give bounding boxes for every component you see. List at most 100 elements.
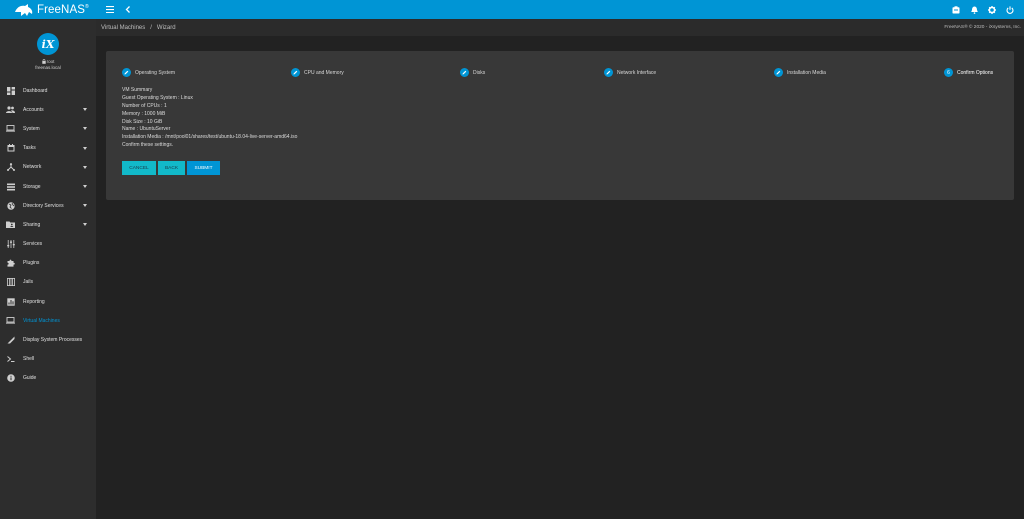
sidebar-item-storage[interactable]: Storage (0, 177, 96, 196)
sidebar-item-system[interactable]: System (0, 119, 96, 138)
sidebar-item-label: Jails (23, 279, 34, 286)
puzzle-icon (6, 259, 15, 268)
caret-down-icon (83, 127, 87, 131)
sidebar-item-shell[interactable]: Shell (0, 350, 96, 369)
sidebar-item-services[interactable]: Services (0, 235, 96, 254)
caret-down-icon (83, 223, 87, 227)
sidebar-item-accounts[interactable]: Accounts (0, 100, 96, 119)
summary-name: Name : UbuntuServer (122, 126, 171, 133)
step-disks[interactable]: Disks (460, 67, 485, 78)
sidebar: iX root freenas.local Dashboard Accounts… (0, 19, 96, 519)
step-label: Disks (473, 69, 486, 76)
gear-icon[interactable] (984, 0, 1000, 19)
sidebar-nav: Dashboard Accounts System Tasks Network … (0, 81, 96, 388)
edit-icon (291, 68, 300, 77)
host-name: freenas.local (35, 65, 61, 70)
sidebar-item-label: Tasks (23, 145, 36, 152)
caret-down-icon (83, 108, 87, 112)
bell-icon[interactable] (966, 0, 982, 19)
brand[interactable]: FreeNAS® (0, 0, 96, 19)
step-label: Installation Media (787, 69, 826, 76)
chevron-left-icon[interactable] (120, 0, 136, 19)
page-header: Virtual Machines / Wizard FreeNAS® © 202… (96, 19, 1024, 36)
caret-down-icon (83, 165, 87, 169)
lock-icon (41, 59, 46, 64)
power-icon[interactable] (1002, 0, 1018, 19)
freenas-logo-icon (15, 3, 33, 16)
vm-wizard-card: Operating System CPU and Memory Disks Ne… (106, 51, 1014, 200)
caret-down-icon (83, 184, 87, 188)
sidebar-item-label: Plugins (23, 260, 40, 267)
wizard-stepper: Operating System CPU and Memory Disks Ne… (122, 67, 1004, 78)
laptop-icon (6, 124, 15, 133)
step-label: Operating System (135, 69, 176, 76)
terminal-icon (6, 355, 15, 364)
summary-title: VM Summary (122, 87, 153, 93)
edit-icon (122, 68, 131, 77)
sidebar-item-label: Guide (23, 375, 37, 382)
summary-memory: Memory : 1000 MiB (122, 110, 166, 117)
sidebar-item-plugins[interactable]: Plugins (0, 254, 96, 273)
caret-down-icon (83, 146, 87, 150)
wizard-actions: CANCEL BACK SUBMIT (122, 161, 220, 175)
summary-cpus: Number of CPUs : 1 (122, 102, 167, 109)
sidebar-item-jails[interactable]: Jails (0, 273, 96, 292)
step-operating-system[interactable]: Operating System (122, 67, 175, 78)
step-network-interface[interactable]: Network Interface (604, 67, 656, 78)
sidebar-item-label: Accounts (23, 106, 44, 113)
sidebar-item-network[interactable]: Network (0, 158, 96, 177)
sidebar-item-label: Dashboard (23, 87, 48, 94)
clipboard-icon[interactable] (948, 0, 964, 19)
sidebar-item-label: Sharing (23, 221, 41, 228)
sidebar-item-dashboard[interactable]: Dashboard (0, 81, 96, 100)
breadcrumb-virtual-machines[interactable]: Virtual Machines (101, 25, 145, 31)
sidebar-item-label: Services (23, 241, 43, 248)
summary-disk-size: Disk Size : 10 GiB (122, 118, 163, 125)
copyright: FreeNAS® © 2020 - iXsystems, Inc. (944, 25, 1021, 30)
step-confirm-options[interactable]: 6 Confirm Options (944, 67, 993, 78)
sidebar-item-virtual-machines[interactable]: Virtual Machines (0, 311, 96, 330)
step-label: CPU and Memory (304, 69, 344, 76)
dashboard-icon (6, 86, 15, 95)
edit-icon (774, 68, 783, 77)
back-button[interactable]: BACK (158, 161, 185, 175)
sidebar-item-directory-services[interactable]: Directory Services (0, 196, 96, 215)
top-bar: FreeNAS® (0, 0, 1024, 19)
cancel-button[interactable]: CANCEL (122, 161, 156, 175)
summary-installation-media: Installation Media : /mnt/pool01/shares/… (122, 134, 298, 141)
info-icon (6, 374, 15, 383)
caret-down-icon (83, 204, 87, 208)
step-number: 6 (944, 68, 953, 77)
sidebar-item-label: System (23, 125, 40, 132)
summary-confirm-text: Confirm these settings. (122, 142, 174, 149)
edit-icon (460, 68, 469, 77)
sliders-icon (6, 240, 15, 249)
summary-guest-os: Guest Operating System : Linux (122, 94, 193, 101)
breadcrumb-wizard: Wizard (156, 24, 176, 31)
sidebar-item-display-system-processes[interactable]: Display System Processes (0, 330, 96, 349)
menu-icon[interactable] (102, 0, 118, 19)
user-profile: iX root freenas.local (0, 19, 96, 79)
sidebar-item-label: Shell (23, 356, 35, 363)
sidebar-item-tasks[interactable]: Tasks (0, 139, 96, 158)
step-cpu-and-memory[interactable]: CPU and Memory (291, 67, 344, 78)
processes-icon (6, 336, 15, 345)
jail-icon (6, 278, 15, 287)
computer-icon (6, 316, 15, 325)
calendar-icon (6, 144, 15, 153)
brand-name: FreeNAS® (37, 3, 89, 16)
folder-shared-icon (6, 220, 15, 229)
step-installation-media[interactable]: Installation Media (774, 67, 826, 78)
sidebar-item-label: Network (23, 164, 42, 171)
storage-icon (6, 182, 15, 191)
sidebar-item-reporting[interactable]: Reporting (0, 292, 96, 311)
vm-summary: VM Summary Guest Operating System : Linu… (122, 87, 297, 150)
step-label: Confirm Options (957, 69, 994, 76)
breadcrumb-separator: / (150, 24, 152, 31)
sidebar-item-guide[interactable]: Guide (0, 369, 96, 388)
submit-button[interactable]: SUBMIT (187, 161, 220, 175)
sidebar-item-label: Storage (23, 183, 41, 190)
sidebar-item-label: Display System Processes (23, 337, 83, 344)
sidebar-item-sharing[interactable]: Sharing (0, 215, 96, 234)
sidebar-item-label: Virtual Machines (23, 317, 60, 324)
